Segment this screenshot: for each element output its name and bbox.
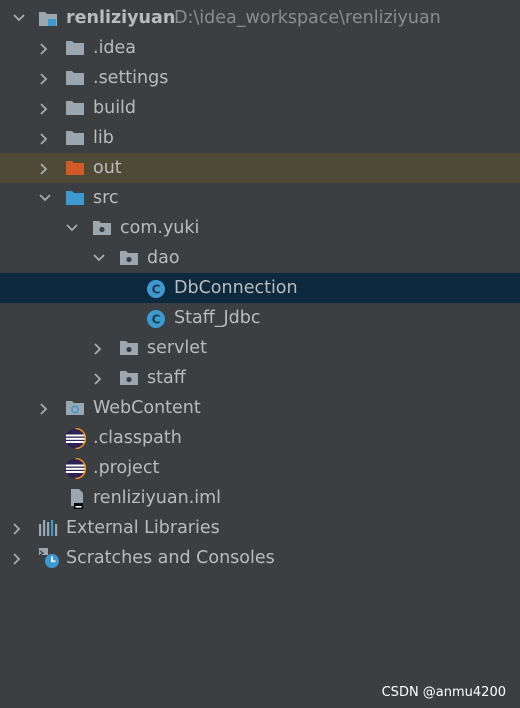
tree-item-dbconnection[interactable]: C DbConnection — [0, 273, 520, 303]
folder-icon — [65, 130, 84, 146]
tree-item-label: src — [93, 188, 119, 208]
class-icon: C — [146, 279, 166, 299]
tree-item-label: com.yuki — [120, 218, 200, 238]
tree-item-label: renliziyuan.iml — [93, 488, 222, 508]
tree-item-staff-jdbc[interactable]: C Staff_Jdbc — [0, 303, 520, 333]
package-icon — [119, 340, 138, 356]
tree-item-settings[interactable]: .settings — [0, 63, 520, 93]
tree-item-out[interactable]: out — [0, 153, 520, 183]
tree-item-idea[interactable]: .idea — [0, 33, 520, 63]
tree-item-label: servlet — [147, 338, 207, 358]
tree-item-project-root[interactable]: renliziyuan D:\idea_workspace\renliziyua… — [0, 3, 520, 33]
folder-icon — [65, 40, 84, 56]
folder-icon — [65, 100, 84, 116]
tree-item-label: .settings — [93, 68, 169, 88]
tree-item-label: WebContent — [93, 398, 201, 418]
eclipse-file-icon — [65, 428, 86, 449]
folder-icon — [65, 70, 84, 86]
tree-item-lib[interactable]: lib — [0, 123, 520, 153]
tree-item-classpath[interactable]: .classpath — [0, 423, 520, 453]
chevron-down-icon[interactable] — [93, 253, 105, 263]
tree-item-servlet[interactable]: servlet — [0, 333, 520, 363]
chevron-right-icon[interactable] — [39, 133, 49, 145]
chevron-right-icon[interactable] — [39, 163, 49, 175]
project-tree: renliziyuan D:\idea_workspace\renliziyua… — [0, 3, 520, 573]
excluded-folder-icon — [65, 160, 84, 176]
module-folder-icon — [38, 10, 57, 26]
tree-item-label: DbConnection — [174, 278, 298, 298]
chevron-right-icon[interactable] — [39, 43, 49, 55]
chevron-right-icon[interactable] — [93, 373, 103, 385]
tree-item-label: lib — [93, 128, 114, 148]
project-path: D:\idea_workspace\renliziyuan — [174, 8, 441, 28]
project-name: renliziyuan — [66, 8, 176, 28]
chevron-right-icon[interactable] — [93, 343, 103, 355]
tree-item-label: Staff_Jdbc — [174, 308, 261, 328]
source-folder-icon — [65, 190, 84, 206]
tree-item-iml[interactable]: renliziyuan.iml — [0, 483, 520, 513]
tree-item-label: External Libraries — [66, 518, 220, 538]
eclipse-file-icon — [65, 458, 86, 479]
tree-item-staff[interactable]: staff — [0, 363, 520, 393]
chevron-right-icon[interactable] — [39, 103, 49, 115]
tree-item-label: .idea — [93, 38, 137, 58]
tree-item-dao[interactable]: dao — [0, 243, 520, 273]
chevron-down-icon[interactable] — [66, 223, 78, 233]
tree-item-com-yuki[interactable]: com.yuki — [0, 213, 520, 243]
watermark: CSDN @anmu4200 — [381, 685, 506, 700]
chevron-right-icon[interactable] — [39, 73, 49, 85]
tree-item-project-file[interactable]: .project — [0, 453, 520, 483]
chevron-right-icon[interactable] — [39, 403, 49, 415]
chevron-down-icon[interactable] — [39, 193, 51, 203]
tree-item-label: .classpath — [93, 428, 182, 448]
tree-item-label: staff — [147, 368, 186, 388]
tree-item-scratches[interactable]: Scratches and Consoles — [0, 543, 520, 573]
scratches-icon — [38, 547, 60, 569]
tree-item-label: out — [93, 158, 122, 178]
tree-item-src[interactable]: src — [0, 183, 520, 213]
web-folder-icon — [65, 400, 84, 416]
chevron-right-icon[interactable] — [12, 553, 22, 565]
class-icon: C — [146, 309, 166, 329]
class-badge-letter: C — [152, 283, 161, 297]
package-icon — [119, 370, 138, 386]
chevron-down-icon[interactable] — [13, 13, 25, 23]
chevron-right-icon[interactable] — [12, 523, 22, 535]
tree-item-label: build — [93, 98, 137, 118]
package-icon — [119, 250, 138, 266]
tree-item-label: Scratches and Consoles — [66, 548, 275, 568]
tree-item-label: .project — [93, 458, 160, 478]
tree-item-label: dao — [147, 248, 180, 268]
tree-item-external-libraries[interactable]: External Libraries — [0, 513, 520, 543]
tree-item-build[interactable]: build — [0, 93, 520, 123]
tree-item-webcontent[interactable]: WebContent — [0, 393, 520, 423]
library-icon — [38, 519, 60, 537]
package-icon — [92, 220, 111, 236]
module-file-icon — [67, 488, 85, 510]
class-badge-letter: C — [152, 313, 161, 327]
